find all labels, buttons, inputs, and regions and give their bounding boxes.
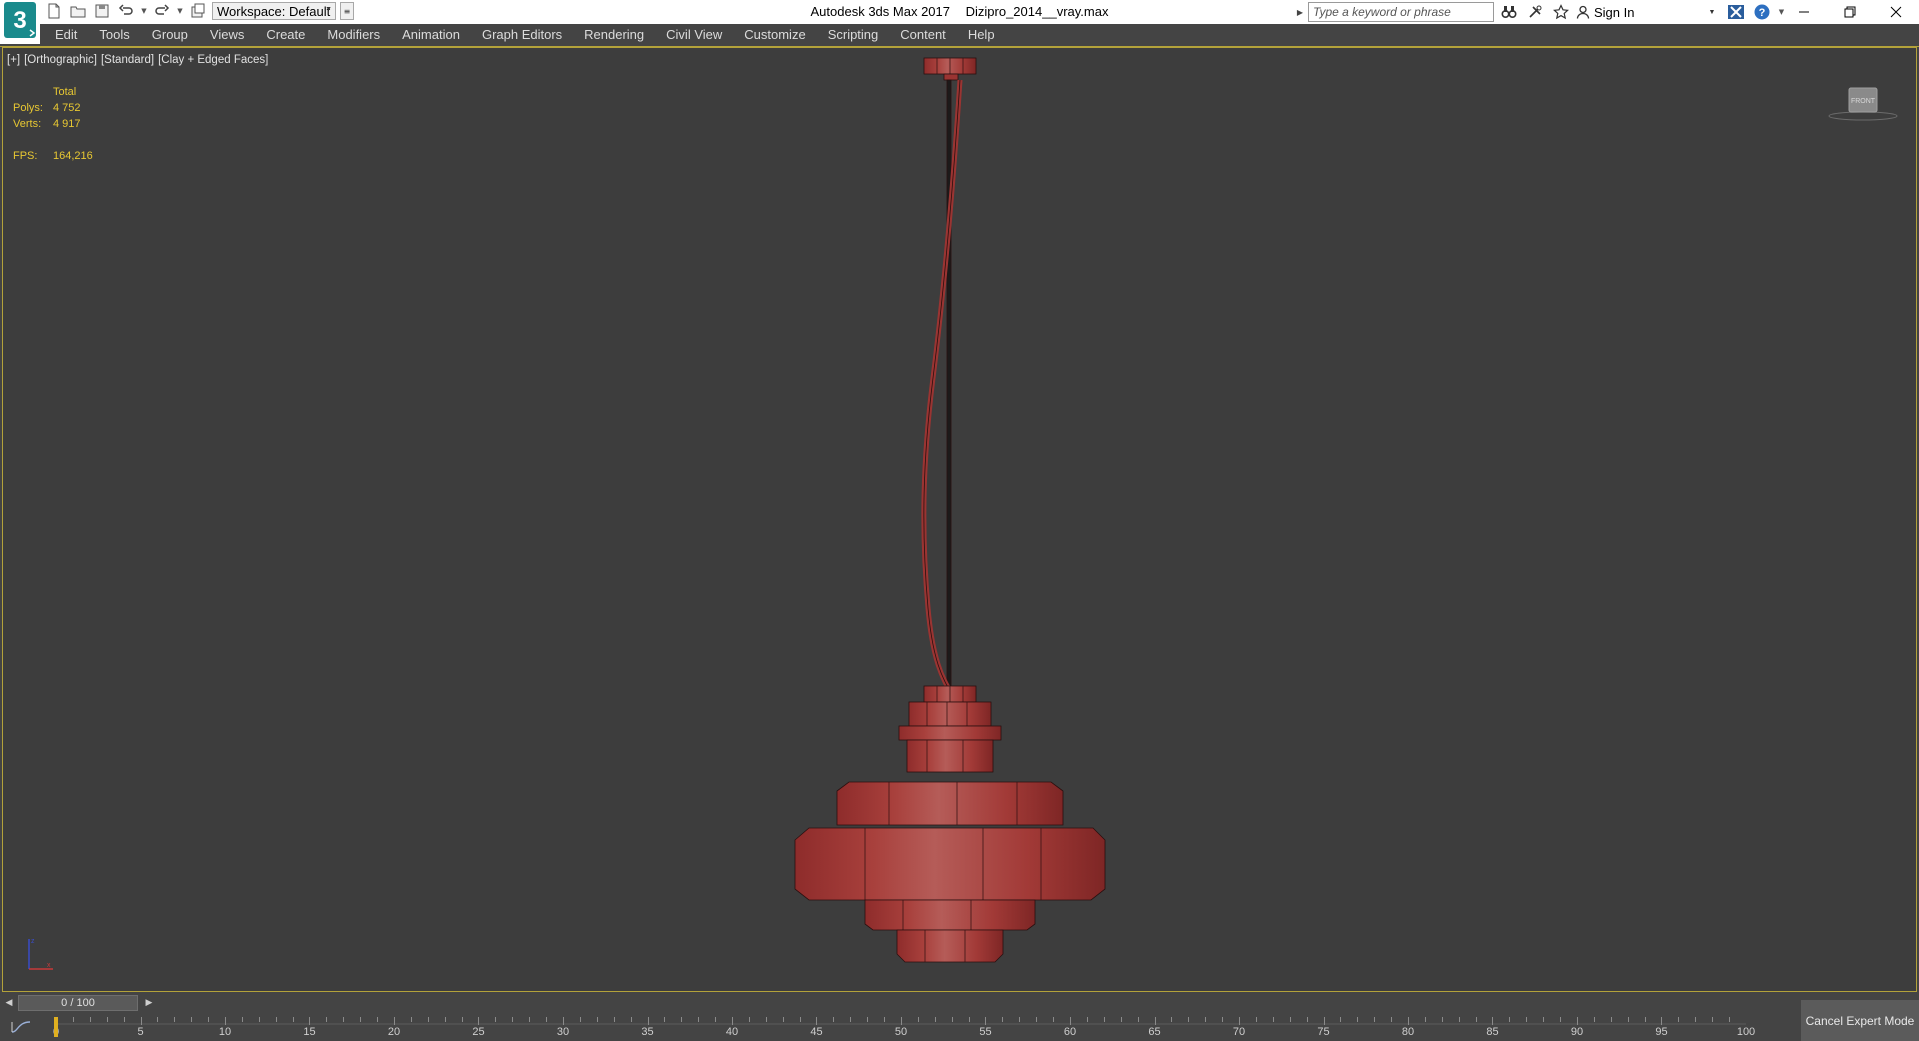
menu-graph-editors[interactable]: Graph Editors <box>471 24 573 46</box>
ruler-tick-label: 80 <box>1401 1026 1415 1038</box>
menu-rendering[interactable]: Rendering <box>573 24 655 46</box>
app-logo[interactable]: 3 <box>0 0 40 44</box>
viewcube-face-label: FRONT <box>1851 98 1876 105</box>
ruler-tick-label: 95 <box>1655 1026 1668 1038</box>
app-name: Autodesk 3ds Max 2017 <box>810 4 950 19</box>
viewport-front[interactable]: [+] [Orthographic] [Standard] [Clay + Ed… <box>2 47 1917 992</box>
ruler-tick-label: 45 <box>810 1026 823 1038</box>
undo-icon[interactable] <box>116 1 136 21</box>
infocenter-collapse-icon[interactable]: ▶ <box>1296 1 1304 23</box>
menu-items: Edit Tools Group Views Create Modifiers Animat… <box>44 24 1006 46</box>
cancel-expert-mode-button[interactable]: Cancel Expert Mode <box>1801 1000 1919 1041</box>
quick-access-toolbar: ▼ ▼ Workspace: Default ▼ ≡ <box>44 0 354 22</box>
menu-bar: Edit Tools Group Views Create Modifiers Animat… <box>0 24 1919 47</box>
current-frame-marker[interactable] <box>54 1017 58 1037</box>
ruler-tick-label: 20 <box>387 1026 401 1038</box>
infocenter: ▶ Sign In ▼ ? ▼ <box>1296 1 1785 23</box>
menu-group[interactable]: Group <box>141 24 199 46</box>
ruler-tick-label: 25 <box>472 1026 485 1038</box>
user-icon <box>1576 5 1590 19</box>
restore-button[interactable] <box>1827 0 1873 24</box>
svg-text:?: ? <box>1759 7 1766 19</box>
svg-text:z: z <box>31 938 35 945</box>
menu-content[interactable]: Content <box>889 24 957 46</box>
menu-views[interactable]: Views <box>199 24 255 46</box>
viewcube-icon[interactable]: FRONT <box>1828 86 1898 126</box>
file-name: Dizipro_2014__vray.max <box>965 4 1109 19</box>
ruler-tick-label: 5 <box>137 1026 144 1038</box>
menu-create[interactable]: Create <box>255 24 316 46</box>
sign-in-label: Sign In <box>1594 4 1635 20</box>
ruler-tick-label: 10 <box>218 1026 232 1038</box>
save-icon[interactable] <box>92 1 112 21</box>
menu-tools[interactable]: Tools <box>88 24 140 46</box>
svg-text:3: 3 <box>13 7 26 34</box>
minimize-button[interactable] <box>1781 0 1827 24</box>
ruler-tick-label: 85 <box>1486 1026 1499 1038</box>
ruler-tick-label: 100 <box>1736 1026 1756 1038</box>
track-bar[interactable]: 0510152025303540455055606570758085909510… <box>0 1013 1919 1041</box>
menu-modifiers[interactable]: Modifiers <box>316 24 391 46</box>
window-controls <box>1781 0 1919 24</box>
menu-customize[interactable]: Customize <box>733 24 816 46</box>
ruler-tick-label: 15 <box>303 1026 316 1038</box>
previous-frame-icon[interactable]: ◀ <box>2 995 16 1011</box>
workspace-selector[interactable]: Workspace: Default ▼ <box>212 2 336 20</box>
redo-icon[interactable] <box>152 1 172 21</box>
autodesk-exchange-icon[interactable] <box>1725 1 1747 23</box>
ruler-tick-label: 70 <box>1232 1026 1246 1038</box>
ruler-tick-label: 90 <box>1570 1026 1584 1038</box>
communication-center-icon[interactable] <box>1524 1 1546 23</box>
undo-dropdown-icon[interactable]: ▼ <box>140 1 148 21</box>
menu-help[interactable]: Help <box>957 24 1006 46</box>
menu-animation[interactable]: Animation <box>391 24 471 46</box>
ruler-tick-label: 75 <box>1317 1026 1330 1038</box>
ruler-tick-label: 50 <box>894 1026 908 1038</box>
ruler-tick-label: 35 <box>641 1026 654 1038</box>
time-slider-thumb[interactable]: 0 / 100 <box>18 995 138 1011</box>
curve-editor-icon[interactable] <box>8 1018 34 1036</box>
ruler-tick-label: 40 <box>725 1026 739 1038</box>
next-frame-icon[interactable]: ▶ <box>142 995 156 1011</box>
svg-text:x: x <box>47 962 51 969</box>
chevron-down-icon: ▼ <box>1708 8 1716 16</box>
pendant-lamp-model[interactable] <box>3 48 1916 991</box>
menu-edit[interactable]: Edit <box>44 24 88 46</box>
chevron-down-icon: ▼ <box>325 6 332 13</box>
ruler-tick-label: 30 <box>556 1026 570 1038</box>
open-file-icon[interactable] <box>68 1 88 21</box>
close-button[interactable] <box>1873 0 1919 24</box>
favorites-star-icon[interactable] <box>1550 1 1572 23</box>
time-slider[interactable]: ◀ 0 / 100 ▶ <box>0 993 1919 1013</box>
sign-in-button[interactable]: Sign In ▼ <box>1576 5 1721 20</box>
title-bar: Autodesk 3ds Max 2017 Dizipro_2014__vray… <box>0 0 1919 24</box>
ruler-tick-label: 55 <box>979 1026 992 1038</box>
frame-ruler[interactable]: 0510152025303540455055606570758085909510… <box>53 1013 1755 1041</box>
axis-tripod-icon: z x <box>28 938 53 970</box>
ruler-tick-label: 60 <box>1063 1026 1077 1038</box>
redo-dropdown-icon[interactable]: ▼ <box>176 1 184 21</box>
ruler-tick-label: 65 <box>1148 1026 1161 1038</box>
project-folder-icon[interactable] <box>188 1 208 21</box>
new-file-icon[interactable] <box>44 1 64 21</box>
menu-scripting[interactable]: Scripting <box>817 24 890 46</box>
help-icon[interactable]: ? <box>1751 1 1773 23</box>
binoculars-icon[interactable] <box>1498 1 1520 23</box>
search-input[interactable] <box>1308 2 1494 22</box>
menu-civil-view[interactable]: Civil View <box>655 24 733 46</box>
toolbar-customize-icon[interactable]: ≡ <box>340 2 354 20</box>
workspace-label: Workspace: Default <box>217 3 331 19</box>
